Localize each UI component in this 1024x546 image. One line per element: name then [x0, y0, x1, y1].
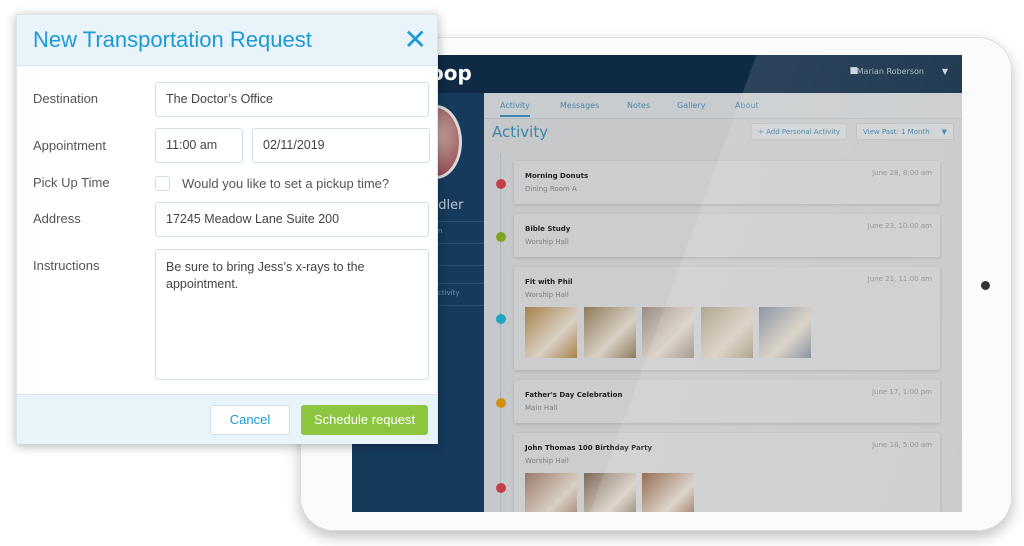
- plus-icon: +: [758, 128, 767, 136]
- activity-location: Dining Room A: [525, 185, 577, 193]
- tab-messages[interactable]: Messages: [560, 101, 599, 110]
- appointment-date-input[interactable]: 02/11/2019: [252, 128, 430, 163]
- activity-location: Worship Hall: [525, 457, 569, 465]
- sidebar-item[interactable]: n: [438, 227, 442, 235]
- dialog-footer: Cancel Schedule request: [17, 394, 437, 444]
- activity-date: June 17, 1:00 pm: [871, 388, 932, 396]
- activity-card[interactable]: Fit with Phil Worship Hall June 21, 11:00 …: [514, 267, 940, 370]
- activity-card[interactable]: Father's Day Celebration Main Hall June 17…: [514, 380, 940, 423]
- activity-location: Main Hall: [525, 404, 558, 412]
- close-icon[interactable]: ✕: [404, 23, 427, 56]
- chevron-down-icon: ▼: [941, 128, 947, 136]
- camera-dot: [981, 281, 990, 290]
- activity-photo[interactable]: [583, 473, 636, 512]
- timeline-dot: [496, 398, 506, 408]
- page-title: Activity: [492, 123, 549, 141]
- appointment-time-input[interactable]: 11:00 am: [155, 128, 243, 163]
- sidebar-item[interactable]: ctivity: [438, 289, 460, 297]
- tab-bar: Activity Messages Notes Gallery About: [484, 93, 962, 119]
- chevron-down-icon[interactable]: ▼: [942, 67, 948, 76]
- address-input[interactable]: 17245 Meadow Lane Suite 200: [155, 202, 429, 237]
- transportation-request-dialog: New Transportation Request ✕ Destination…: [16, 14, 438, 444]
- tab-about[interactable]: About: [735, 101, 759, 110]
- activity-photo[interactable]: [642, 473, 694, 512]
- timeline-dot: [496, 179, 506, 189]
- activity-card[interactable]: Bible Study Worship Hall June 23, 10:00 am: [514, 214, 940, 257]
- dialog-header: New Transportation Request ✕: [17, 15, 437, 66]
- main-content: Activity Messages Notes Gallery About Ac…: [484, 93, 962, 512]
- activity-location: Worship Hall: [525, 238, 569, 246]
- schedule-request-button[interactable]: Schedule request: [301, 405, 428, 435]
- activity-title: Father's Day Celebration: [525, 391, 623, 399]
- activity-photo[interactable]: [642, 307, 694, 358]
- activity-date: June 23, 10:00 am: [867, 222, 932, 230]
- top-bar: oop ■ Marian Roberson ▼: [352, 55, 962, 93]
- timeline-dot: [496, 483, 506, 493]
- cancel-button[interactable]: Cancel: [210, 405, 290, 435]
- activity-title: Bible Study: [525, 225, 571, 233]
- pickup-question: Would you like to set a pickup time?: [182, 176, 390, 191]
- tab-gallery[interactable]: Gallery: [677, 101, 706, 110]
- activity-date: June 28, 8:00 am: [872, 169, 932, 177]
- timeline-dot: [496, 313, 506, 324]
- pickup-time-checkbox[interactable]: [155, 176, 170, 191]
- activity-photo[interactable]: [759, 307, 811, 358]
- destination-label: Destination: [33, 91, 99, 106]
- timeline-line: [500, 153, 501, 512]
- activity-title: Morning Donuts: [525, 172, 589, 180]
- instructions-label: Instructions: [33, 258, 100, 273]
- activity-card[interactable]: John Thomas 100 Birthday Party Worship Ha…: [514, 433, 940, 512]
- appointment-label: Appointment: [33, 138, 106, 153]
- dropdown-value: View Past: 1 Month: [863, 128, 930, 136]
- dialog-title: New Transportation Request: [33, 27, 312, 52]
- activity-location: Worship Hall: [525, 291, 569, 299]
- activity-photo[interactable]: [583, 307, 636, 358]
- destination-input[interactable]: The Doctor’s Office: [155, 82, 429, 117]
- address-label: Address: [33, 211, 81, 226]
- button-label: Add Personal Activity: [766, 128, 841, 136]
- tab-activity[interactable]: Activity: [500, 101, 530, 117]
- activity-photo[interactable]: [525, 307, 577, 358]
- activity-date: June 21, 11:00 am: [867, 275, 932, 283]
- tab-notes[interactable]: Notes: [627, 101, 650, 110]
- activity-date: June 16, 5:00 am: [872, 441, 932, 449]
- activity-photo[interactable]: [700, 307, 753, 358]
- activity-title: Fit with Phil: [525, 278, 573, 286]
- activity-title: John Thomas 100 Birthday Party: [525, 444, 653, 452]
- instructions-textarea[interactable]: Be sure to bring Jess’s x-rays to the ap…: [155, 249, 429, 380]
- activity-photo[interactable]: [525, 473, 577, 512]
- timeline-dot: [496, 232, 506, 242]
- user-name[interactable]: Marian Roberson: [857, 67, 924, 76]
- view-past-dropdown[interactable]: View Past: 1 Month ▼: [856, 123, 954, 140]
- activity-card[interactable]: Morning Donuts Dining Room A June 28, 8:00…: [514, 161, 940, 204]
- pickup-time-label: Pick Up Time: [33, 175, 110, 190]
- tablet-screen: oop ■ Marian Roberson ▼ ndler n ctivity …: [352, 55, 962, 512]
- add-personal-activity-button[interactable]: + Add Personal Activity: [751, 123, 848, 140]
